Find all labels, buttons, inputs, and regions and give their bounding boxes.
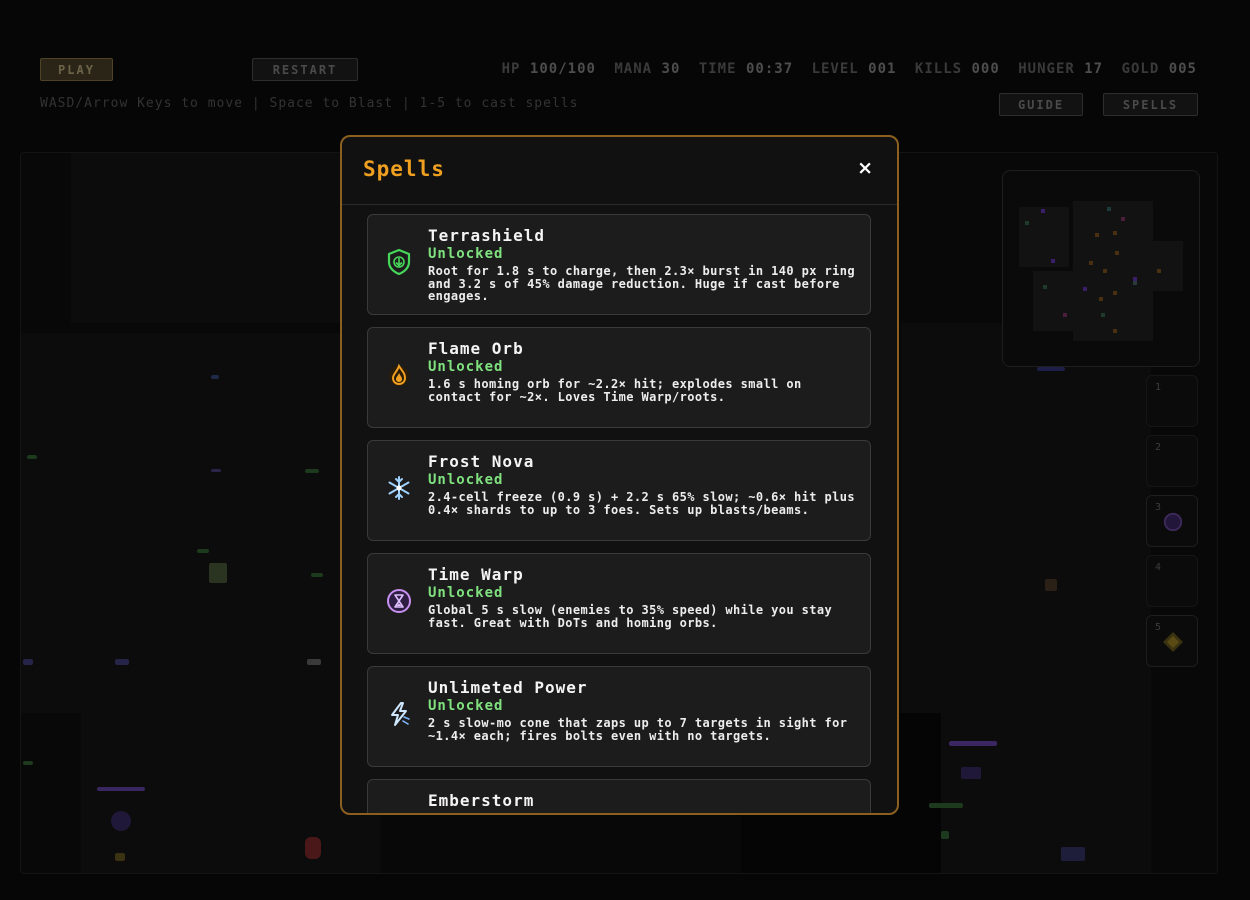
spell-card-emberstorm: Emberstorm xyxy=(367,779,871,813)
hotbar-slot-2[interactable]: 2 xyxy=(1146,435,1198,487)
time-label: TIME xyxy=(698,61,737,77)
restart-button[interactable]: RESTART xyxy=(252,58,358,81)
spell-status: Unlocked xyxy=(428,359,504,375)
spell-name: Frost Nova xyxy=(428,452,535,471)
time-value: 00:37 xyxy=(745,61,794,77)
hp-label: HP xyxy=(501,61,521,77)
spell-status: Unlocked xyxy=(428,698,504,714)
spell-card-terrashield: Terrashield Unlocked Root for 1.8 s to c… xyxy=(367,214,871,315)
hunger-value: 17 xyxy=(1084,61,1104,77)
bat-enemy xyxy=(115,659,129,665)
spell-description: Global 5 s slow (enemies to 35% speed) w… xyxy=(428,603,833,630)
gold-label: GOLD xyxy=(1121,61,1160,77)
hotbar-slot-3[interactable]: 3 xyxy=(1146,495,1198,547)
grass-tile xyxy=(23,761,33,765)
enemy-health-bar xyxy=(949,741,997,746)
player-health-bar xyxy=(929,803,963,808)
hunger-label: HUNGER xyxy=(1018,61,1075,77)
enemy-health-bar xyxy=(97,787,145,791)
bat-enemy xyxy=(307,659,321,665)
spell-status: Unlocked xyxy=(428,472,504,488)
spell-name: Emberstorm xyxy=(428,791,535,810)
hotbar-slot-1[interactable]: 1 xyxy=(1146,375,1198,427)
spell-card-flame-orb: Flame Orb Unlocked 1.6 s homing orb for … xyxy=(367,327,871,428)
mana-bar-small xyxy=(1037,367,1065,371)
hotbar-slot-5[interactable]: 5 xyxy=(1146,615,1198,667)
stats-bar: HP 100/100 MANA 30 TIME 00:37 LEVEL 001 … xyxy=(502,61,1197,77)
spells-modal: Spells × Terrashield Unlocked Root for 1… xyxy=(340,135,899,815)
flame-icon xyxy=(386,362,412,388)
spell-description: 1.6 s homing orb for ~2.2× hit; explodes… xyxy=(428,377,802,404)
grass-tile xyxy=(197,549,209,553)
slot-number: 4 xyxy=(1155,562,1162,573)
bookshelf-object xyxy=(1061,847,1085,861)
spell-status: Unlocked xyxy=(428,246,504,262)
chest-item xyxy=(209,563,227,583)
hotbar-slot-4[interactable]: 4 xyxy=(1146,555,1198,607)
spell-name: Unlimeted Power xyxy=(428,678,588,697)
hp-value: 100/100 xyxy=(529,61,596,77)
close-button[interactable]: × xyxy=(857,157,873,179)
grass-tile xyxy=(305,469,319,473)
grass-tile xyxy=(311,573,323,577)
spell-name: Terrashield xyxy=(428,226,545,245)
guide-button[interactable]: GUIDE xyxy=(999,93,1083,116)
player-marker xyxy=(941,831,949,839)
kills-label: KILLS xyxy=(914,61,963,77)
gold-value: 005 xyxy=(1168,61,1197,77)
mana-tile xyxy=(211,469,221,472)
grass-tile xyxy=(27,455,37,459)
shield-icon xyxy=(386,248,412,276)
spell-status: Unlocked xyxy=(428,585,504,601)
mana-value: 30 xyxy=(661,61,681,77)
spell-name: Flame Orb xyxy=(428,339,524,358)
level-value: 001 xyxy=(868,61,897,77)
spell-list[interactable]: Terrashield Unlocked Root for 1.8 s to c… xyxy=(367,214,872,813)
spells-button[interactable]: SPELLS xyxy=(1103,93,1198,116)
minimap xyxy=(1002,170,1200,367)
mana-label: MANA xyxy=(614,61,653,77)
hourglass-icon xyxy=(386,588,412,614)
health-potion xyxy=(305,837,321,859)
slot-number: 1 xyxy=(1155,382,1162,393)
dungeon-room xyxy=(81,713,381,873)
spell-description: Root for 1.8 s to charge, then 2.3× burs… xyxy=(428,264,855,304)
spell-card-unlimeted-power: Unlimeted Power Unlocked 2 s slow-mo con… xyxy=(367,666,871,767)
diamond-spark-icon xyxy=(1161,630,1185,654)
controls-hint: WASD/Arrow Keys to move | Space to Blast… xyxy=(40,96,579,111)
spell-card-frost-nova: Frost Nova Unlocked 2.4-cell freeze (0.9… xyxy=(367,440,871,541)
slot-number: 2 xyxy=(1155,442,1162,453)
gold-coin xyxy=(115,853,125,861)
water-tile xyxy=(211,375,219,379)
lightning-icon xyxy=(386,701,412,727)
snowflake-icon xyxy=(386,475,412,501)
modal-header: Spells × xyxy=(342,137,897,205)
spell-description: 2.4-cell freeze (0.9 s) + 2.2 s 65% slow… xyxy=(428,490,855,517)
modal-title: Spells xyxy=(363,157,445,181)
spell-name: Time Warp xyxy=(428,565,524,584)
spell-card-time-warp: Time Warp Unlocked Global 5 s slow (enem… xyxy=(367,553,871,654)
wraith-enemy xyxy=(961,767,981,779)
kills-value: 000 xyxy=(971,61,1000,77)
play-button[interactable]: PLAY xyxy=(40,58,113,81)
level-label: LEVEL xyxy=(811,61,859,77)
crate-object xyxy=(1045,579,1057,591)
time-warp-icon xyxy=(1161,510,1185,534)
spell-description: 2 s slow-mo cone that zaps up to 7 targe… xyxy=(428,716,848,743)
bat-enemy xyxy=(23,659,33,665)
wraith-enemy xyxy=(111,811,131,831)
